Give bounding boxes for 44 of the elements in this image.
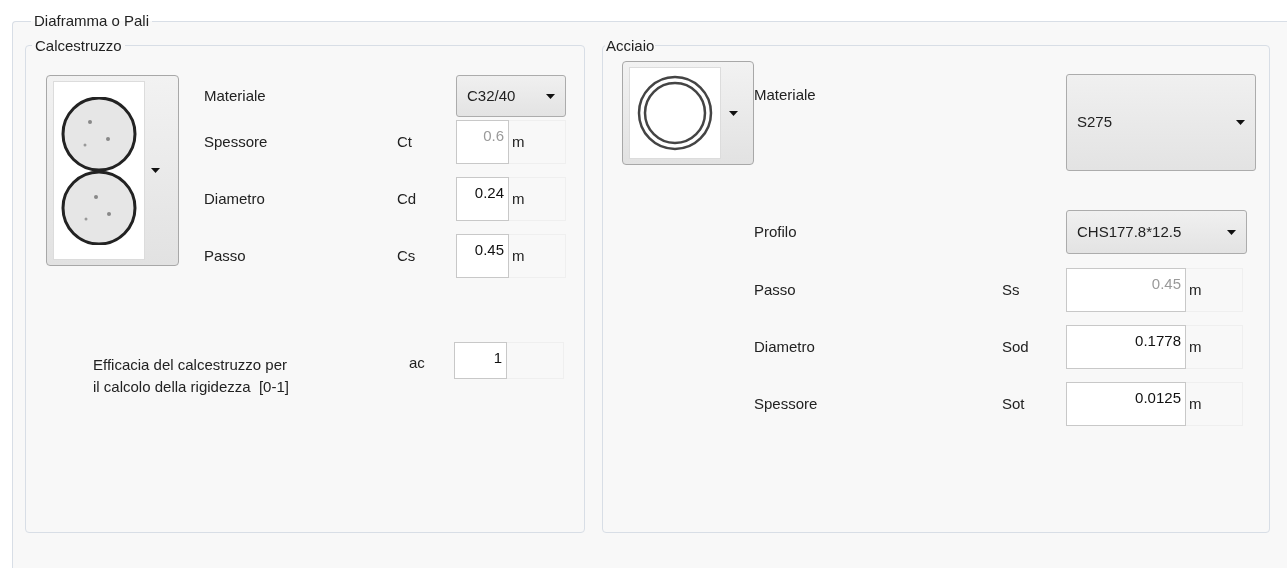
unit-label: m bbox=[1186, 382, 1243, 426]
input-field[interactable]: 0.45 bbox=[456, 234, 509, 278]
field-label: Materiale bbox=[754, 85, 817, 105]
two-circles-icon bbox=[60, 96, 138, 245]
ring-icon bbox=[637, 75, 713, 151]
unit-box bbox=[507, 342, 564, 379]
dropdown[interactable]: S275 bbox=[1066, 74, 1256, 171]
unit-label: m bbox=[1186, 268, 1243, 312]
field-label: Profilo bbox=[754, 221, 798, 242]
field-label: Spessore bbox=[204, 131, 269, 152]
symbol-label: Cs bbox=[397, 245, 417, 266]
symbol-label: Sot bbox=[1002, 393, 1026, 414]
section-picker-button[interactable] bbox=[46, 75, 179, 266]
input-field[interactable]: 0.1778 bbox=[1066, 325, 1186, 369]
unit-label: m bbox=[509, 234, 566, 278]
efficacy-label: Efficacia del calcestruzzo per il calcolo della rigidezza [0-1] bbox=[93, 355, 290, 397]
caret-icon bbox=[1236, 120, 1245, 125]
field-label: Materiale bbox=[204, 85, 267, 106]
unit-label: m bbox=[509, 120, 566, 164]
group-title: Diaframma o Pali bbox=[33, 11, 151, 31]
panel-title: Acciaio bbox=[605, 35, 656, 56]
input-field[interactable]: 1 bbox=[454, 342, 507, 379]
symbol-label: Ss bbox=[1002, 279, 1021, 300]
field-label: Passo bbox=[754, 279, 797, 300]
field-label: Passo bbox=[204, 245, 247, 266]
input-field[interactable]: 0.24 bbox=[456, 177, 509, 221]
field-label: Diametro bbox=[754, 336, 816, 357]
symbol-label: Cd bbox=[397, 188, 418, 209]
input-field[interactable]: 0.0125 bbox=[1066, 382, 1186, 426]
caret-icon bbox=[728, 110, 738, 116]
symbol-label: ac bbox=[409, 353, 426, 373]
symbol-label: Sod bbox=[1002, 336, 1030, 357]
section-picker-button[interactable] bbox=[622, 61, 754, 165]
unit-label: m bbox=[1186, 325, 1243, 369]
unit-label: m bbox=[509, 177, 566, 221]
dropdown[interactable]: C32/40 bbox=[456, 75, 566, 117]
field-label: Diametro bbox=[204, 188, 266, 209]
field-label: Spessore bbox=[754, 393, 819, 414]
dropdown[interactable]: CHS177.8*12.5 bbox=[1066, 210, 1247, 254]
symbol-label: Ct bbox=[397, 131, 413, 152]
caret-icon bbox=[1227, 229, 1236, 235]
caret-icon bbox=[151, 168, 160, 173]
panel-title: Calcestruzzo bbox=[34, 35, 123, 56]
caret-icon bbox=[546, 93, 555, 99]
